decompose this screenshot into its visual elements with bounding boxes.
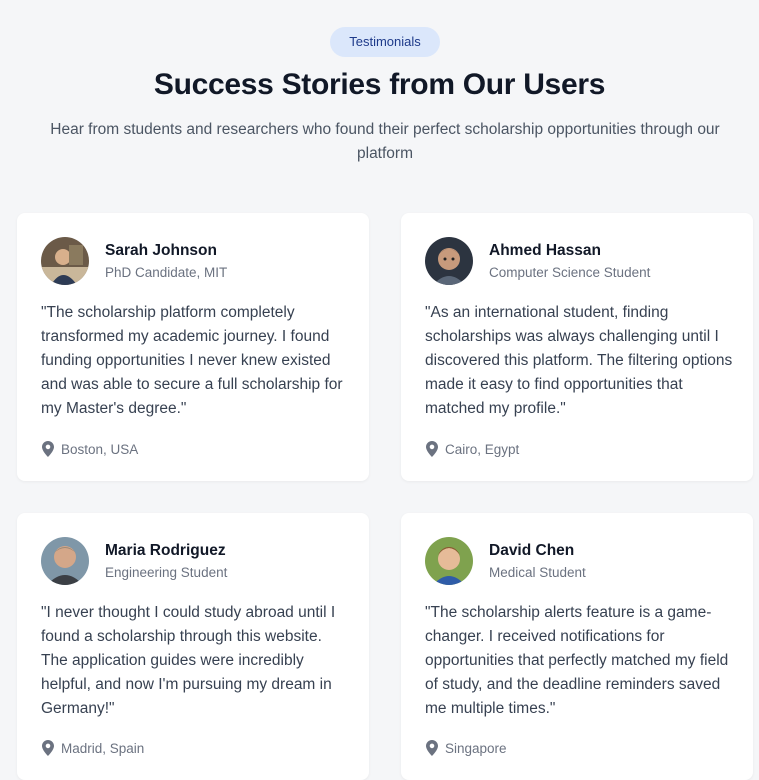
testimonial-role: PhD Candidate, MIT	[105, 265, 228, 280]
section-badge: Testimonials	[330, 27, 440, 57]
testimonial-location: Cairo, Egypt	[425, 441, 519, 457]
testimonial-role: Medical Student	[489, 565, 586, 580]
testimonial-name: Sarah Johnson	[105, 242, 217, 259]
map-pin-icon	[41, 441, 55, 457]
map-pin-icon	[425, 740, 439, 756]
testimonial-quote: "The scholarship platform completely tra…	[41, 304, 343, 417]
location-text: Singapore	[445, 740, 507, 756]
location-text: Cairo, Egypt	[445, 441, 520, 457]
testimonial-location: Singapore	[425, 740, 507, 756]
testimonial-role: Computer Science Student	[489, 265, 651, 280]
testimonial-role: Engineering Student	[105, 565, 228, 580]
testimonial-card: David Chen Medical Student "The scholars…	[401, 513, 753, 780]
location-text: Madrid, Spain	[61, 740, 145, 756]
testimonial-location: Madrid, Spain	[41, 740, 144, 756]
testimonial-card: Sarah Johnson PhD Candidate, MIT "The sc…	[17, 213, 369, 481]
testimonial-card: Maria Rodriguez Engineering Student "I n…	[17, 513, 369, 780]
section-subtitle: Hear from students and researchers who f…	[50, 121, 720, 162]
avatar	[425, 537, 473, 585]
location-text: Boston, USA	[61, 441, 139, 457]
map-pin-icon	[425, 441, 439, 457]
testimonial-name: Ahmed Hassan	[489, 242, 601, 259]
testimonial-quote: "The scholarship alerts feature is a gam…	[425, 604, 729, 717]
testimonial-quote: "As an international student, finding sc…	[425, 304, 733, 417]
testimonial-location: Boston, USA	[41, 441, 138, 457]
avatar	[41, 237, 89, 285]
avatar	[41, 537, 89, 585]
testimonial-name: David Chen	[489, 542, 575, 559]
avatar	[425, 237, 473, 285]
testimonial-quote: "I never thought I could study abroad un…	[41, 604, 336, 717]
testimonial-card: Ahmed Hassan Computer Science Student "A…	[401, 213, 753, 481]
testimonial-name: Maria Rodriguez	[105, 542, 226, 559]
section-title: Success Stories from Our Users	[153, 68, 606, 101]
map-pin-icon	[41, 740, 55, 756]
